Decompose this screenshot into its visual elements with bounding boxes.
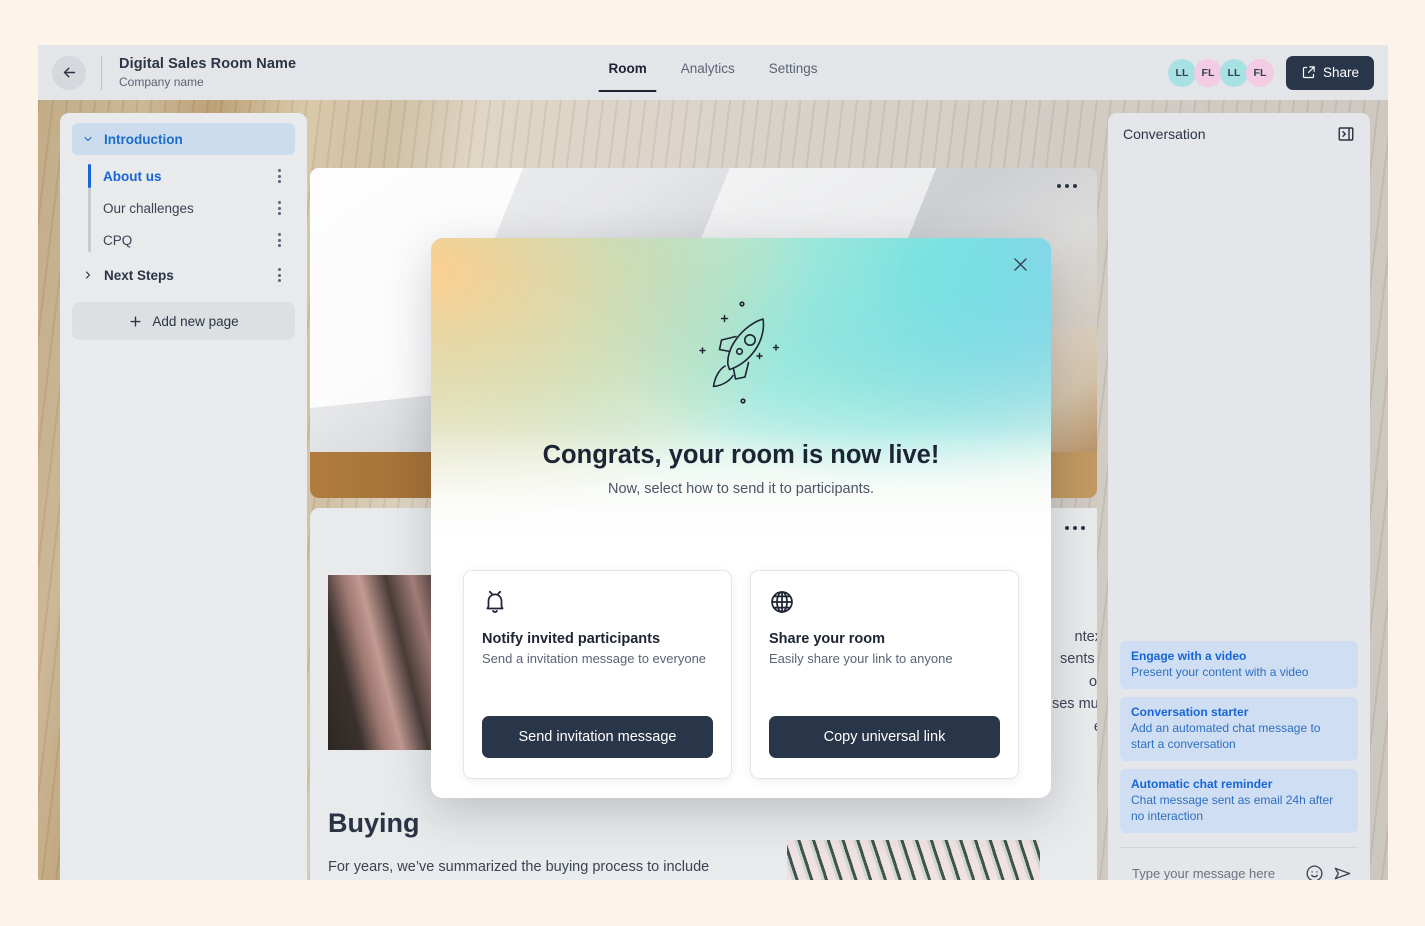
sidebar-page-list: About us Our challenges CPQ [72,160,295,256]
participant-avatars: LL FL LL FL [1167,58,1274,87]
sidebar-section-menu-icon[interactable] [271,268,287,282]
add-new-page-label: Add new page [152,313,239,329]
company-name: Company name [119,74,204,89]
header-tabs: Room Analytics Settings [598,45,827,100]
share-arrow-icon [1302,66,1315,79]
tab-analytics[interactable]: Analytics [671,61,745,92]
sidebar-item-our-challenges[interactable]: Our challenges [72,192,295,224]
bell-icon [486,590,504,613]
avatar[interactable]: FL [1193,58,1222,87]
page-navigation-sidebar: Introduction About us Our challenges CPQ [60,113,307,880]
sidebar-item-cpq[interactable]: CPQ [72,224,295,256]
rocket-icon [699,301,780,404]
sidebar-rail-active [88,164,91,188]
header-divider [101,55,102,90]
option-title: Notify invited participants [482,631,661,647]
sidebar-item-about-us[interactable]: About us [72,160,295,192]
suggestion-conversation-starter[interactable]: Conversation starter Add an automated ch… [1120,697,1358,762]
sidebar-item-label: About us [103,168,162,184]
sidebar-section-next-steps[interactable]: Next Steps [72,258,295,292]
app-header: Digital Sales Room Name Company name Roo… [38,45,1388,100]
chevron-down-icon [84,136,92,142]
chevron-right-icon [85,271,91,279]
conversation-messages [1108,153,1370,641]
content-heading: Buying [328,808,420,838]
arrow-left-icon [63,67,75,78]
tab-settings[interactable]: Settings [759,61,828,92]
suggestion-desc: Add an automated chat message to start a… [1131,721,1321,752]
hero-card-menu-button[interactable] [1057,184,1077,188]
page-title: Digital Sales Room Name [119,56,297,73]
sidebar-section-label: Introduction [104,131,183,147]
suggestion-automatic-chat-reminder[interactable]: Automatic chat reminder Chat message sen… [1120,769,1358,833]
modal-close-button[interactable] [1007,251,1033,277]
suggestion-title: Engage with a video [1131,649,1247,664]
conversation-panel: Conversation Engage with a video Present… [1108,113,1370,880]
globe-icon [771,591,793,613]
sidebar-item-menu-icon[interactable] [271,201,287,215]
plus-icon [130,315,141,327]
sidebar-section-label: Next Steps [104,267,174,283]
send-icon[interactable] [1333,864,1352,880]
sidebar-section-introduction[interactable]: Introduction [72,123,295,155]
modal-title: Congrats, your room is now live! [542,441,940,469]
message-input[interactable]: Type your message here [1126,866,1296,880]
add-new-page-button[interactable]: Add new page [72,302,295,340]
message-composer[interactable]: Type your message here [1120,847,1358,880]
modal-subtitle: Now, select how to send it to participan… [608,481,874,497]
suggestion-engage-with-a-video[interactable]: Engage with a video Present your content… [1120,641,1358,690]
option-notify-participants[interactable]: Notify invited participants Send a invit… [463,570,732,779]
share-button[interactable]: Share [1285,55,1374,90]
sidebar-item-menu-icon[interactable] [271,169,287,183]
content-paragraph: For years, we’ve summarized the buying p… [328,859,710,875]
sidebar-item-label: CPQ [103,232,133,248]
option-share-room[interactable]: Share your room Easily share your link t… [750,570,1019,779]
modal-options: Notify invited participants Send a invit… [463,570,1019,779]
panel-collapse-icon[interactable] [1337,125,1355,143]
side-card-menu-button[interactable] [1065,526,1085,530]
avatar[interactable]: LL [1167,58,1196,87]
app-window: Buying For years, we’ve summarized the b… [38,45,1388,880]
tab-room[interactable]: Room [598,61,657,92]
option-description: Easily share your link to anyone [769,651,953,666]
conversation-title: Conversation [1123,126,1206,142]
suggestion-desc: Present your content with a video [1131,665,1309,680]
avatar[interactable]: FL [1245,58,1274,87]
option-title: Share your room [769,631,886,647]
avatar[interactable]: LL [1219,58,1248,87]
sidebar-item-menu-icon[interactable] [271,233,287,247]
close-icon [1013,257,1027,271]
sidebar-item-label: Our challenges [103,200,194,216]
share-button-label: Share [1322,65,1359,80]
suggestion-desc: Chat message sent as email 24h after no … [1131,793,1334,824]
suggestion-title: Automatic chat reminder [1131,777,1273,792]
suggestion-title: Conversation starter [1131,705,1249,720]
conversation-suggestions: Engage with a video Present your content… [1108,641,1370,833]
conversation-header: Conversation [1108,113,1370,153]
copy-universal-link-button[interactable]: Copy universal link [769,716,1000,758]
room-title-block: Digital Sales Room Name Company name [119,55,296,89]
option-description: Send a invitation message to everyone [482,651,707,666]
back-button[interactable] [52,55,86,90]
smiley-icon[interactable] [1305,864,1324,880]
room-live-modal: Congrats, your room is now live! Now, se… [431,238,1051,798]
header-actions: LL FL LL FL Share [1167,45,1374,100]
send-invitation-message-button[interactable]: Send invitation message [482,716,713,758]
